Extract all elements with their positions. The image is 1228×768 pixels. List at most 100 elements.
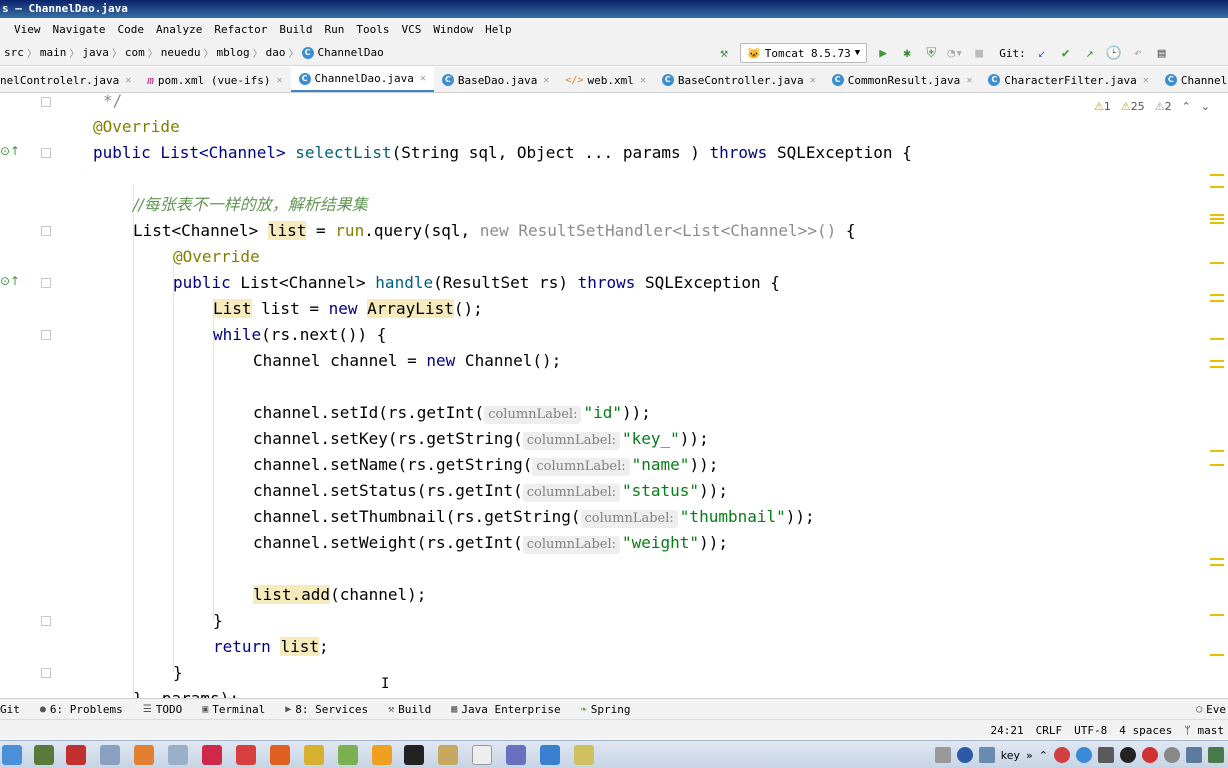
tab-web-xml[interactable]: </> web.xml ✕ xyxy=(557,67,653,92)
close-icon[interactable]: ✕ xyxy=(276,75,282,86)
fold-icon[interactable] xyxy=(41,226,51,236)
menu-vcs[interactable]: VCS xyxy=(395,23,427,36)
taskbar-app-icon[interactable] xyxy=(168,745,188,765)
tool-todo[interactable]: ☰ TODO xyxy=(133,703,192,716)
hammer-build-icon[interactable]: ⚒ xyxy=(716,45,732,61)
git-push-icon[interactable]: ↗ xyxy=(1082,45,1098,61)
fold-icon[interactable] xyxy=(41,616,51,626)
volume-icon[interactable] xyxy=(1164,747,1180,763)
close-icon[interactable]: ✕ xyxy=(1143,75,1149,86)
git-update-icon[interactable]: ↙ xyxy=(1034,45,1050,61)
stop-icon[interactable]: ■ xyxy=(971,45,987,61)
menu-tools[interactable]: Tools xyxy=(350,23,395,36)
breadcrumb-src[interactable]: src xyxy=(4,46,24,59)
run-icon[interactable]: ▶ xyxy=(875,45,891,61)
tray-app-icon[interactable] xyxy=(978,747,995,763)
tab-pom-xml[interactable]: m pom.xml (vue-ifs) ✕ xyxy=(139,67,290,92)
breadcrumb-neuedu[interactable]: neuedu xyxy=(161,46,201,59)
taskbar-app-icon[interactable] xyxy=(372,745,392,765)
intellij-icon[interactable] xyxy=(404,745,424,765)
menu-build[interactable]: Build xyxy=(273,23,318,36)
tool-build[interactable]: ⚒ Build xyxy=(378,703,441,716)
warning-count[interactable]: ⚠25 xyxy=(1121,100,1145,113)
file-explorer-icon[interactable] xyxy=(438,745,458,765)
tab-characterfilter[interactable]: C CharacterFilter.java ✕ xyxy=(980,67,1156,92)
breadcrumb-com[interactable]: com xyxy=(125,46,145,59)
error-stripe[interactable] xyxy=(1210,174,1224,694)
ime-indicator[interactable]: key xyxy=(1001,749,1020,762)
qq-icon[interactable] xyxy=(1120,747,1136,763)
menu-navigate[interactable]: Navigate xyxy=(47,23,112,36)
typora-icon[interactable] xyxy=(472,745,492,765)
tab-commonresult[interactable]: C CommonResult.java ✕ xyxy=(824,67,981,92)
tool-problems[interactable]: ● 6: Problems xyxy=(30,703,133,716)
taskbar-app-icon[interactable] xyxy=(540,745,560,765)
tool-services[interactable]: ▶ 8: Services xyxy=(275,703,378,716)
fold-icon[interactable] xyxy=(41,148,51,158)
show-desktop-icon[interactable] xyxy=(2,745,22,765)
breadcrumb-main[interactable]: main xyxy=(40,46,67,59)
close-icon[interactable]: ✕ xyxy=(810,75,816,86)
tray-app-icon[interactable] xyxy=(1208,747,1224,763)
help-icon[interactable] xyxy=(956,747,973,763)
profile-icon[interactable]: ◔▾ xyxy=(947,45,963,61)
tab-channelcontrolelr[interactable]: nelControlelr.java ✕ xyxy=(0,67,139,92)
weak-warning-count[interactable]: ⚠2 xyxy=(1155,100,1172,113)
tool-java-enterprise[interactable]: ▦ Java Enterprise xyxy=(441,703,570,716)
tray-app-icon[interactable] xyxy=(1054,747,1070,763)
taskbar-app-icon[interactable] xyxy=(202,745,222,765)
tab-basedao[interactable]: C BaseDao.java ✕ xyxy=(434,67,558,92)
run-config-select[interactable]: 🐱 Tomcat 8.5.73 ▼ xyxy=(740,43,868,63)
menu-window[interactable]: Window xyxy=(427,23,479,36)
network-icon[interactable] xyxy=(1186,747,1202,763)
breadcrumb-java[interactable]: java xyxy=(82,46,109,59)
cursor-position[interactable]: 24:21 xyxy=(991,724,1024,737)
taskbar-app-icon[interactable] xyxy=(338,745,358,765)
close-icon[interactable]: ✕ xyxy=(640,75,646,86)
code-area[interactable]: */ @Override public List<Channel> select… xyxy=(58,94,1198,698)
chevron-up-icon[interactable]: ⌃ xyxy=(1182,100,1191,113)
tray-app-icon[interactable] xyxy=(1076,747,1092,763)
menu-analyze[interactable]: Analyze xyxy=(150,23,208,36)
taskbar-app-icon[interactable] xyxy=(236,745,256,765)
fold-icon[interactable] xyxy=(41,278,51,288)
chevron-down-icon[interactable]: ⌄ xyxy=(1201,100,1210,113)
git-commit-icon[interactable]: ✔ xyxy=(1058,45,1074,61)
menu-help[interactable]: Help xyxy=(479,23,518,36)
keyboard-icon[interactable] xyxy=(934,747,951,763)
taskbar-app-icon[interactable] xyxy=(34,745,54,765)
weibo-icon[interactable] xyxy=(1142,747,1158,763)
tool-event-log[interactable]: ◯ Eve xyxy=(1194,703,1228,716)
close-icon[interactable]: ✕ xyxy=(125,75,131,86)
inspection-widget[interactable]: ⚠1 ⚠25 ⚠2 ⌃ ⌄ xyxy=(1094,100,1210,113)
tool-git[interactable]: Git xyxy=(0,703,30,716)
breadcrumb-channeldao[interactable]: ChannelDao xyxy=(318,46,384,59)
taskbar-app-icon[interactable] xyxy=(100,745,120,765)
menu-run[interactable]: Run xyxy=(318,23,350,36)
menu-refactor[interactable]: Refactor xyxy=(208,23,273,36)
tab-channeldao[interactable]: C ChannelDao.java ✕ xyxy=(290,67,434,92)
git-branch[interactable]: ᛘ mast xyxy=(1184,724,1224,737)
tray-app-icon[interactable] xyxy=(1098,747,1114,763)
history-icon[interactable]: 🕒 xyxy=(1106,45,1122,61)
chrome-icon[interactable] xyxy=(304,745,324,765)
expand-tray-icon[interactable]: » xyxy=(1026,749,1033,762)
code-editor[interactable]: ⊙↑ ⊙↑ */ @Override public List<Channel> … xyxy=(0,94,1228,698)
tool-terminal[interactable]: ▣ Terminal xyxy=(192,703,275,716)
fold-icon[interactable] xyxy=(41,668,51,678)
menu-view[interactable]: View xyxy=(0,23,47,36)
close-icon[interactable]: ✕ xyxy=(966,75,972,86)
coverage-icon[interactable]: ⛨ xyxy=(923,45,939,61)
rollback-icon[interactable]: ↶ xyxy=(1130,45,1146,61)
file-encoding[interactable]: UTF-8 xyxy=(1074,724,1107,737)
taskbar-app-icon[interactable] xyxy=(66,745,86,765)
project-structure-icon[interactable]: ▤ xyxy=(1154,45,1170,61)
taskbar-app-icon[interactable] xyxy=(134,745,154,765)
fold-icon[interactable] xyxy=(41,330,51,340)
menu-code[interactable]: Code xyxy=(111,23,150,36)
breadcrumb-mblog[interactable]: mblog xyxy=(217,46,250,59)
chevron-up-icon[interactable]: ⌃ xyxy=(1039,749,1048,762)
breadcrumb-dao[interactable]: dao xyxy=(266,46,286,59)
taskbar-app-icon[interactable] xyxy=(506,745,526,765)
error-count[interactable]: ⚠1 xyxy=(1094,100,1111,113)
